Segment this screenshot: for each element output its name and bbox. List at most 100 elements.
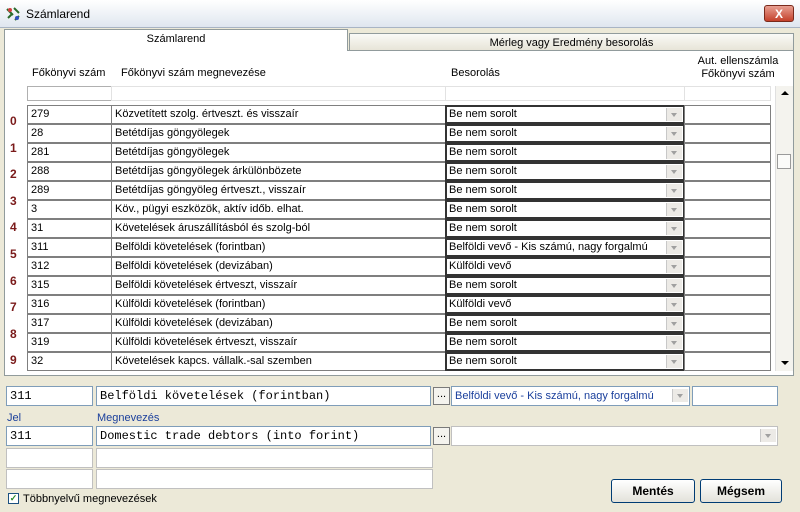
cell-class-combo[interactable]: Külföldi vevő <box>445 295 685 314</box>
cell-code[interactable]: 288 <box>27 162 112 181</box>
chevron-down-icon[interactable] <box>672 389 688 402</box>
cell-class-combo[interactable]: Be nem sorolt <box>445 181 685 200</box>
vertical-scrollbar[interactable] <box>775 86 793 371</box>
chevron-down-icon[interactable] <box>666 222 682 235</box>
cell-auto[interactable] <box>684 276 771 295</box>
cell-code[interactable]: 281 <box>27 143 112 162</box>
scroll-up-arrow-icon[interactable] <box>776 86 793 101</box>
cell-name[interactable]: Külföldi követelések (forintban) <box>111 295 446 314</box>
cell-auto[interactable] <box>684 143 771 162</box>
class-combo[interactable]: Belföldi vevő - Kis számú, nagy forgalmú <box>451 386 690 406</box>
cell-class-combo[interactable]: Be nem sorolt <box>445 276 685 295</box>
table-row[interactable]: 288 Betétdíjas göngyölegek árkülönbözete B… <box>27 162 773 181</box>
chevron-down-icon[interactable] <box>666 279 682 292</box>
cell-class-combo[interactable]: Be nem sorolt <box>445 314 685 333</box>
extra-name-field-1[interactable] <box>96 448 433 468</box>
cell-code[interactable]: 3 <box>27 200 112 219</box>
cell-code[interactable]: 311 <box>27 238 112 257</box>
chevron-down-icon[interactable] <box>666 317 682 330</box>
megnevezes-lookup-button[interactable]: ... <box>433 427 450 445</box>
edit-code-field[interactable]: 311 <box>6 386 93 406</box>
cell-code[interactable]: 312 <box>27 257 112 276</box>
cell-code[interactable]: 32 <box>27 352 112 371</box>
cell-auto[interactable] <box>684 200 771 219</box>
cell-class-combo[interactable]: Külföldi vevő <box>445 257 685 276</box>
cell-code[interactable]: 315 <box>27 276 112 295</box>
cell-auto[interactable] <box>684 333 771 352</box>
cell-name[interactable]: Követelések áruszállításból és szolg-ból <box>111 219 446 238</box>
table-row[interactable]: 289 Betétdíjas göngyöleg értveszt., vissz… <box>27 181 773 200</box>
auto-account-field[interactable] <box>692 386 778 406</box>
table-row[interactable]: 279 Közvetített szolg. értveszt. és vissz… <box>27 105 773 124</box>
cell-name[interactable]: Betétdíjas göngyölegek <box>111 124 446 143</box>
chevron-down-icon[interactable] <box>666 336 682 349</box>
cell-code[interactable]: 316 <box>27 295 112 314</box>
language-combo[interactable] <box>451 426 778 446</box>
tab-szamlarend[interactable]: Számlarend <box>4 29 348 51</box>
cell-auto[interactable] <box>684 162 771 181</box>
multilang-checkbox[interactable]: ✓ <box>8 493 19 504</box>
scroll-thumb[interactable] <box>777 154 791 169</box>
cell-name[interactable]: Belföldi követelések (devizában) <box>111 257 446 276</box>
cell-name[interactable]: Belföldi követelések (forintban) <box>111 238 446 257</box>
cell-name[interactable]: Betétdíjas göngyölegek <box>111 143 446 162</box>
chevron-down-icon[interactable] <box>666 355 682 368</box>
chevron-down-icon[interactable] <box>666 146 682 159</box>
scroll-down-arrow-icon[interactable] <box>776 356 793 371</box>
cell-auto[interactable] <box>684 124 771 143</box>
cell-code[interactable]: 319 <box>27 333 112 352</box>
cell-code[interactable]: 317 <box>27 314 112 333</box>
filter-cell-name[interactable] <box>111 86 446 101</box>
cell-auto[interactable] <box>684 219 771 238</box>
chevron-down-icon[interactable] <box>666 184 682 197</box>
cell-auto[interactable] <box>684 181 771 200</box>
table-row[interactable]: 32 Követelések kapcs. vállalk.-sal szembe… <box>27 352 773 371</box>
chevron-down-icon[interactable] <box>666 165 682 178</box>
extra-name-field-2[interactable] <box>96 469 433 489</box>
cell-class-combo[interactable]: Be nem sorolt <box>445 200 685 219</box>
save-button[interactable]: Mentés <box>611 479 695 503</box>
cell-code[interactable]: 31 <box>27 219 112 238</box>
title-bar[interactable]: Számlarend X <box>0 0 800 28</box>
cell-auto[interactable] <box>684 295 771 314</box>
extra-code-field-1[interactable] <box>6 448 93 468</box>
close-button[interactable]: X <box>764 5 794 22</box>
cell-name[interactable]: Belföldi követelések értveszt, visszaír <box>111 276 446 295</box>
cell-class-combo[interactable]: Be nem sorolt <box>445 124 685 143</box>
extra-code-field-2[interactable] <box>6 469 93 489</box>
jel-field[interactable]: 311 <box>6 426 93 446</box>
chevron-down-icon[interactable] <box>666 241 682 254</box>
cell-code[interactable]: 279 <box>27 105 112 124</box>
table-row[interactable]: 315 Belföldi követelések értveszt, vissza… <box>27 276 773 295</box>
table-row[interactable]: 28 Betétdíjas göngyölegek Be nem sorolt <box>27 124 773 143</box>
filter-cell-auto[interactable] <box>684 86 771 101</box>
cell-class-combo[interactable]: Be nem sorolt <box>445 143 685 162</box>
cell-name[interactable]: Betétdíjas göngyöleg értveszt., visszaír <box>111 181 446 200</box>
cell-auto[interactable] <box>684 257 771 276</box>
table-row[interactable]: 31 Követelések áruszállításból és szolg-b… <box>27 219 773 238</box>
cell-name[interactable]: Követelések kapcs. vállalk.-sal szemben <box>111 352 446 371</box>
cell-name[interactable]: Köv., pügyi eszközök, aktív időb. elhat. <box>111 200 446 219</box>
cancel-button[interactable]: Mégsem <box>700 479 782 503</box>
cell-auto[interactable] <box>684 352 771 371</box>
cell-code[interactable]: 28 <box>27 124 112 143</box>
chevron-down-icon[interactable] <box>666 108 682 121</box>
cell-class-combo[interactable]: Be nem sorolt <box>445 105 685 124</box>
edit-name-field[interactable]: Belföldi követelések (forintban) <box>96 386 431 406</box>
chevron-down-icon[interactable] <box>666 260 682 273</box>
table-row[interactable]: 281 Betétdíjas göngyölegek Be nem sorolt <box>27 143 773 162</box>
filter-cell-code[interactable] <box>27 86 112 101</box>
cell-name[interactable]: Külföldi követelések (devizában) <box>111 314 446 333</box>
chevron-down-icon[interactable] <box>760 429 776 442</box>
filter-cell-class[interactable] <box>445 86 685 101</box>
cell-code[interactable]: 289 <box>27 181 112 200</box>
cell-auto[interactable] <box>684 314 771 333</box>
cell-auto[interactable] <box>684 238 771 257</box>
table-row[interactable]: 311 Belföldi követelések (forintban) Belfö… <box>27 238 773 257</box>
cell-class-combo[interactable]: Be nem sorolt <box>445 219 685 238</box>
table-row[interactable]: 312 Belföldi követelések (devizában) Külfö… <box>27 257 773 276</box>
cell-class-combo[interactable]: Be nem sorolt <box>445 333 685 352</box>
chevron-down-icon[interactable] <box>666 127 682 140</box>
table-row[interactable]: 316 Külföldi követelések (forintban) Külfö… <box>27 295 773 314</box>
cell-name[interactable]: Betétdíjas göngyölegek árkülönbözete <box>111 162 446 181</box>
